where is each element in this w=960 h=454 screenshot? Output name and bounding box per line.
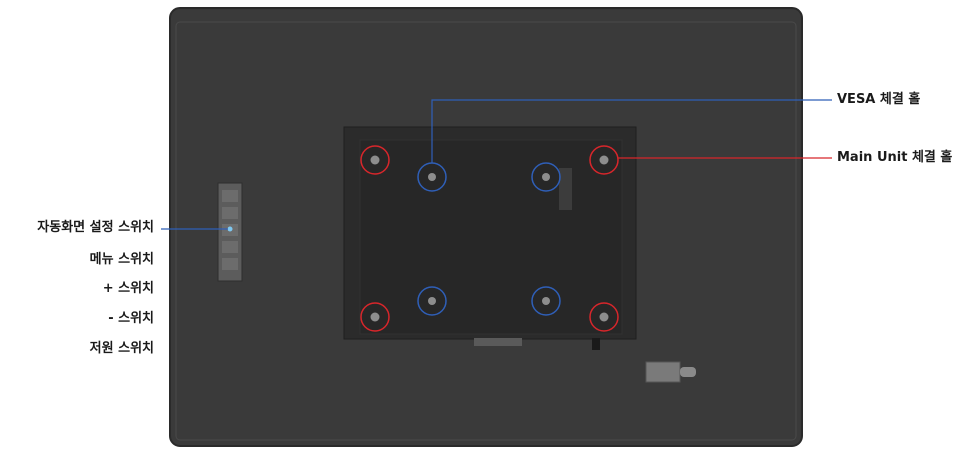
screw-vesa-bottom-left — [428, 297, 436, 305]
screw-vesa-bottom-right — [542, 297, 550, 305]
monitor-rear-diagram: VESA 체결 홀 Main Unit 체결 홀 자동화면 설정 스위치 메뉴 … — [0, 0, 960, 450]
plus-switch-label: + 스위치 — [102, 281, 154, 296]
screw-main-bottom-left — [370, 312, 380, 322]
auto-screen-switch-key — [222, 190, 238, 202]
menu-switch-label: 메뉴 스위치 — [89, 252, 154, 267]
minus-switch-key — [222, 241, 238, 253]
screw-main-top-right — [599, 155, 609, 165]
menu-switch-key — [222, 207, 238, 219]
minus-switch-label: - 스위치 — [108, 311, 154, 326]
screw-main-top-left — [370, 155, 380, 165]
bottom-connector-block — [474, 338, 522, 346]
power-switch-label: 저원 스위치 — [89, 341, 154, 356]
bottom-clip — [592, 338, 600, 350]
screw-vesa-top-left — [428, 173, 436, 181]
side-connector-plug — [680, 367, 696, 377]
power-switch-key — [222, 258, 238, 270]
side-connector — [645, 361, 681, 383]
auto-screen-switch-label: 자동화면 설정 스위치 — [37, 220, 154, 235]
plate-label-slot — [559, 168, 572, 210]
screw-vesa-top-right — [542, 173, 550, 181]
main-unit-hole-label: Main Unit 체결 홀 — [837, 150, 953, 165]
screw-main-bottom-right — [599, 312, 609, 322]
vesa-hole-label: VESA 체결 홀 — [837, 92, 921, 107]
mount-plate-inner — [359, 139, 623, 335]
switch-strip-marker-dot — [227, 226, 233, 232]
